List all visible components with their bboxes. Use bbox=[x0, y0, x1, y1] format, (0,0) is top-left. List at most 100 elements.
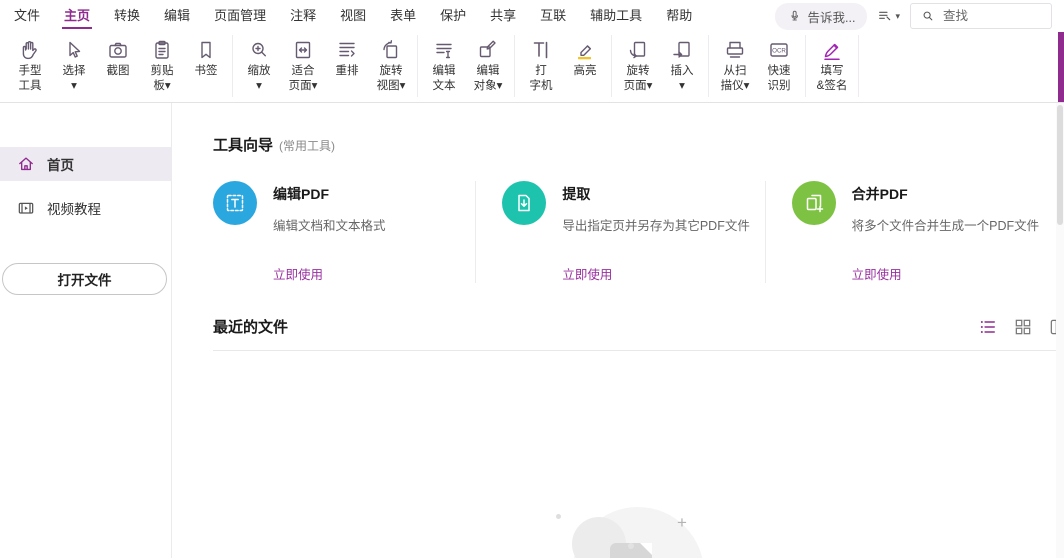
menu-item-protect[interactable]: 保护 bbox=[428, 0, 478, 32]
card-extract-text: 提取 导出指定页并另存为其它PDF文件 bbox=[562, 181, 750, 234]
toolbar-highlight-button[interactable]: 高亮 bbox=[563, 35, 607, 97]
toolbar-hand-tool-button[interactable]: 手型 工具 bbox=[8, 35, 52, 97]
search-mode-button[interactable]: ▾ bbox=[877, 8, 900, 24]
toolbar-clipboard-button[interactable]: 剪贴 板▾ bbox=[140, 35, 184, 97]
menu-item-convert[interactable]: 转换 bbox=[102, 0, 152, 32]
svg-text:OCR: OCR bbox=[772, 48, 786, 55]
snapshot-camera-icon bbox=[106, 38, 130, 62]
tool-guide-title: 工具向导 bbox=[213, 137, 274, 154]
tool-guide-header: 工具向导 (常用工具) bbox=[213, 134, 1064, 155]
ghost-dot bbox=[556, 514, 561, 519]
card-extract-top: 提取 导出指定页并另存为其它PDF文件 bbox=[502, 181, 764, 234]
toolbar-highlight-label: 高亮 bbox=[573, 65, 597, 77]
toolbar-bookmark-button[interactable]: 书签 bbox=[184, 35, 228, 97]
toolbar-rotate-view-button[interactable]: 旋转 视图▾ bbox=[369, 35, 413, 97]
card-edit-pdf[interactable]: 编辑PDF 编辑文档和文本格式 立即使用 bbox=[213, 181, 475, 283]
merge-pdf-icon bbox=[791, 181, 836, 225]
card-extract-desc: 导出指定页并另存为其它PDF文件 bbox=[562, 219, 750, 233]
find-input[interactable] bbox=[941, 8, 1041, 24]
recent-files-divider bbox=[213, 350, 1056, 351]
toolbar-zoom-button[interactable]: 缩放 ▾ bbox=[237, 35, 281, 97]
card-extract[interactable]: 提取 导出指定页并另存为其它PDF文件 立即使用 bbox=[475, 181, 764, 283]
toolbar-rotate-pages-button[interactable]: 旋转 页面▾ bbox=[616, 35, 660, 97]
toolbar-zoom-label: 缩放 ▾ bbox=[247, 65, 271, 92]
find-box[interactable] bbox=[910, 3, 1052, 29]
toolbar-snapshot-button[interactable]: 截图 bbox=[96, 35, 140, 97]
menu-item-comment[interactable]: 注释 bbox=[278, 0, 328, 32]
open-file-label: 打开文件 bbox=[57, 273, 112, 288]
card-edit-pdf-desc: 编辑文档和文本格式 bbox=[273, 219, 386, 233]
tell-me-icon bbox=[787, 9, 802, 24]
main-content: 工具向导 (常用工具) 编辑PDF 编辑文档和文本格式 立即使用 提取 导出指定… bbox=[172, 103, 1064, 558]
toolbar-typewriter-button[interactable]: 打 字机 bbox=[519, 35, 563, 97]
ghost-plus-icon: + bbox=[677, 513, 687, 532]
toolbar-edit-object-button[interactable]: 编辑 对象▾ bbox=[466, 35, 510, 97]
recent-files-header: 最近的文件 bbox=[213, 316, 1064, 337]
card-merge-pdf[interactable]: 合并PDF 将多个文件合并生成一个PDF文件 立即使用 bbox=[764, 181, 1054, 283]
toolbar-fill-sign-label: 填写 &签名 bbox=[816, 65, 848, 92]
menu-item-edit[interactable]: 编辑 bbox=[152, 0, 202, 32]
fill-sign-pen-icon bbox=[820, 38, 844, 62]
card-extract-use-now-link[interactable]: 立即使用 bbox=[562, 264, 764, 283]
home-icon bbox=[16, 154, 36, 174]
menu-item-file[interactable]: 文件 bbox=[2, 0, 52, 32]
card-edit-pdf-text: 编辑PDF 编辑文档和文本格式 bbox=[273, 181, 386, 234]
sidebar-item-home[interactable]: 首页 bbox=[0, 147, 171, 181]
card-merge-pdf-top: 合并PDF 将多个文件合并生成一个PDF文件 bbox=[791, 181, 1054, 234]
sidebar-item-video-tutorials[interactable]: 视频教程 bbox=[0, 191, 171, 225]
search-mode-icon bbox=[877, 8, 893, 24]
menu-item-connect[interactable]: 互联 bbox=[528, 0, 578, 32]
highlight-icon bbox=[573, 38, 597, 62]
toolbar-fit-page-label: 适合 页面▾ bbox=[288, 65, 318, 92]
menu-item-help[interactable]: 帮助 bbox=[654, 0, 704, 32]
toolbar-insert-button[interactable]: 插入 ▾ bbox=[660, 35, 704, 97]
toolbar-reflow-button[interactable]: 重排 bbox=[325, 35, 369, 97]
ribbon-accent-strip bbox=[1058, 32, 1064, 102]
scrollbar-thumb[interactable] bbox=[1057, 105, 1063, 225]
card-edit-pdf-use-now-link[interactable]: 立即使用 bbox=[273, 264, 475, 283]
tell-me-box[interactable]: 告诉我... bbox=[774, 2, 868, 30]
toolbar-group-comment: 打 字机 高亮 bbox=[515, 35, 612, 97]
sidebar-item-video-label: 视频教程 bbox=[47, 202, 101, 217]
toolbar-fit-page-button[interactable]: 适合 页面▾ bbox=[281, 35, 325, 97]
toolbar-edit-text-label: 编辑 文本 bbox=[432, 65, 456, 92]
grid-view-button[interactable] bbox=[1013, 317, 1033, 337]
menu-item-view[interactable]: 视图 bbox=[328, 0, 378, 32]
tool-guide-subtitle: (常用工具) bbox=[279, 139, 336, 153]
rotate-pages-icon bbox=[626, 38, 650, 62]
ghost-dot bbox=[628, 543, 634, 549]
card-merge-pdf-text: 合并PDF 将多个文件合并生成一个PDF文件 bbox=[852, 181, 1040, 234]
menu-item-accessibility[interactable]: 辅助工具 bbox=[578, 0, 654, 32]
clipboard-icon bbox=[150, 38, 174, 62]
search-icon bbox=[921, 9, 935, 23]
menu-item-form[interactable]: 表单 bbox=[378, 0, 428, 32]
toolbar-clipboard-label: 剪贴 板▾ bbox=[150, 65, 174, 92]
hand-icon bbox=[18, 38, 42, 62]
card-merge-pdf-use-now-link[interactable]: 立即使用 bbox=[852, 264, 1054, 283]
ghost-circle-small bbox=[572, 517, 626, 558]
insert-page-icon bbox=[670, 38, 694, 62]
menu-item-home[interactable]: 主页 bbox=[52, 0, 102, 32]
open-file-button[interactable]: 打开文件 bbox=[2, 263, 167, 295]
toolbar-select-label: 选择 ▾ bbox=[62, 65, 86, 92]
toolbar-bookmark-label: 书签 bbox=[194, 65, 218, 77]
content-scrollbar[interactable] bbox=[1056, 103, 1064, 558]
menubar: 文件 主页 转换 编辑 页面管理 注释 视图 表单 保护 共享 互联 辅助工具 … bbox=[0, 0, 1064, 32]
edit-text-icon bbox=[432, 38, 456, 62]
toolbar-edit-text-button[interactable]: 编辑 文本 bbox=[422, 35, 466, 97]
toolbar-quick-ocr-button[interactable]: OCR 快速 识别 bbox=[757, 35, 801, 97]
menu-item-share[interactable]: 共享 bbox=[478, 0, 528, 32]
toolbar-ribbon: 手型 工具 选择 ▾ 截图 剪贴 板▾ 书签 缩放 ▾ 适合 页面▾ 重排 旋转… bbox=[0, 32, 1064, 103]
toolbar-select-button[interactable]: 选择 ▾ bbox=[52, 35, 96, 97]
list-view-button[interactable] bbox=[978, 317, 998, 337]
menu-item-page-management[interactable]: 页面管理 bbox=[202, 0, 278, 32]
fit-page-icon bbox=[291, 38, 315, 62]
toolbar-hand-tool-label: 手型 工具 bbox=[18, 65, 42, 92]
toolbar-fill-sign-button[interactable]: 填写 &签名 bbox=[810, 35, 854, 97]
toolbar-from-scanner-button[interactable]: 从扫 描仪▾ bbox=[713, 35, 757, 97]
card-edit-pdf-title: 编辑PDF bbox=[273, 186, 329, 202]
toolbar-group-view: 缩放 ▾ 适合 页面▾ 重排 旋转 视图▾ bbox=[233, 35, 418, 97]
toolbar-rotate-view-label: 旋转 视图▾ bbox=[376, 65, 406, 92]
toolbar-from-scanner-label: 从扫 描仪▾ bbox=[720, 65, 750, 92]
card-merge-pdf-desc: 将多个文件合并生成一个PDF文件 bbox=[851, 219, 1040, 233]
